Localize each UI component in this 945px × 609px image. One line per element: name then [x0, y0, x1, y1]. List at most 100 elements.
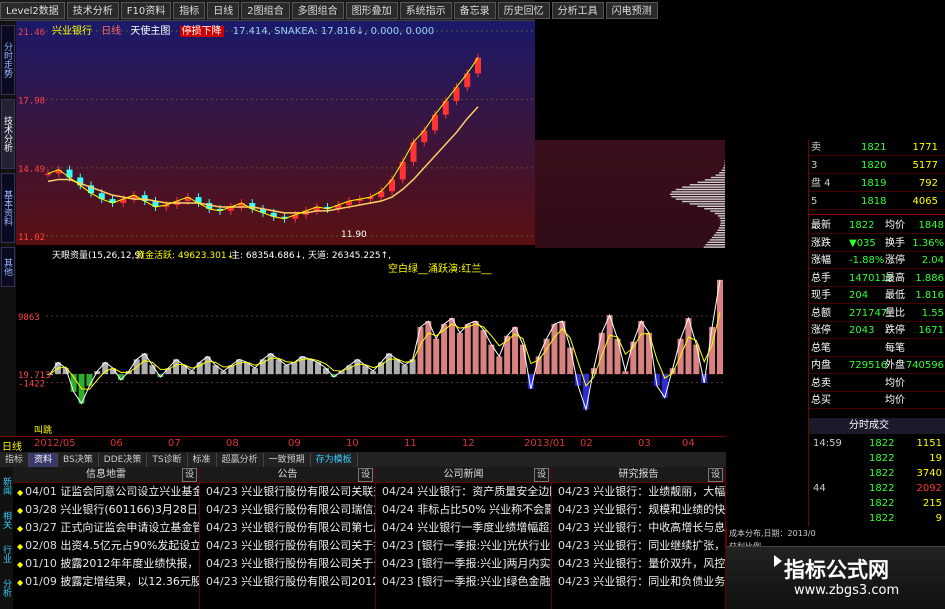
news-item[interactable]: 04/23 兴业银行股份有限公司瑞信方正 — [200, 501, 375, 519]
news-title[interactable]: 披露定增结果，以12.36元股定 — [60, 575, 199, 588]
news-item[interactable]: 04/23 兴业银行：中收高增长与息差 — [552, 519, 725, 537]
indicator-bar — [693, 344, 700, 375]
volume-profile-bar — [682, 200, 725, 203]
timeline-label: 03 — [638, 438, 651, 449]
tab-other[interactable]: 其他 — [1, 247, 15, 287]
news-item[interactable]: ◆ 03/27 正式向证监会申请设立基金管 — [13, 519, 199, 537]
news-date: 04/24 — [382, 521, 414, 534]
panel-settings-button[interactable]: 设 — [533, 468, 549, 482]
news-title[interactable]: 兴业银行一季度业绩增幅超三成 — [417, 521, 551, 534]
indicator-bar — [598, 332, 605, 375]
news-title[interactable]: 披露2012年年度业绩快报，每股 — [60, 557, 199, 570]
menu-item[interactable]: F10资料 — [120, 1, 172, 19]
menu-item[interactable]: 系统指示 — [399, 1, 452, 19]
news-item[interactable]: 04/23 兴业银行：同业和负债业务是亮 — [552, 573, 725, 591]
news-item[interactable]: 04/23 [银行一季报:兴业]绿色金融业务 — [376, 573, 551, 591]
menu-item[interactable]: 2图组合 — [241, 1, 290, 19]
bottom-tab[interactable]: 资料 — [29, 452, 59, 467]
menu-item[interactable]: 多图组合 — [291, 1, 344, 19]
quote-label: 涨幅 — [811, 255, 831, 266]
menu-item[interactable]: 历史回忆 — [497, 1, 550, 19]
news-item[interactable]: ◆03/28 兴业银行(601166)3月28日交易 — [13, 501, 199, 519]
menu-item[interactable]: 闪电预测 — [605, 1, 658, 19]
bottom-tab[interactable]: 标准 — [188, 452, 217, 467]
quote-label: 均价 — [885, 395, 905, 406]
news-title[interactable]: 兴业银行：规模和业绩的快速增 — [593, 503, 725, 516]
indicator-bar — [86, 374, 93, 386]
news-item[interactable]: ◆02/08 出资4.5亿元占90%发起设立基金 — [13, 537, 199, 555]
news-title[interactable]: 兴业银行股份有限公司2012年年 — [241, 575, 375, 588]
news-title[interactable]: 证监会同意公司设立兴业基金 — [60, 485, 199, 498]
bottom-tab[interactable]: 指标 — [0, 452, 30, 467]
news-title[interactable]: 兴业银行：业绩靓丽，大幅超预 — [593, 485, 725, 498]
news-title[interactable]: 兴业银行(601166)3月28日交易 — [60, 503, 199, 516]
news-title[interactable]: 兴业银行股份有限公司关于公司 — [241, 557, 375, 570]
news-item[interactable]: 04/23 兴业银行股份有限公司2012年年 — [200, 573, 375, 591]
news-item[interactable]: 04/23 兴业银行股份有限公司关于公司 — [200, 555, 375, 573]
news-item[interactable]: ◆01/10 披露2012年年度业绩快报，每股 — [13, 555, 199, 573]
news-item[interactable]: 04/23 [银行一季报:兴业]光伏行业风险 — [376, 537, 551, 555]
news-title[interactable]: [银行一季报:兴业]两月内实施分红 — [417, 557, 551, 570]
bottom-tab[interactable]: 一致预期 — [264, 452, 311, 467]
news-title[interactable]: [银行一季报:兴业]绿色金融业务 — [417, 575, 551, 588]
quote-row: 总卖 均价 — [809, 376, 945, 392]
bottom-tab[interactable]: BS决策 — [58, 452, 99, 467]
news-item[interactable]: 04/23 兴业银行：规模和业绩的快速增 — [552, 501, 725, 519]
indicator-bar — [630, 341, 637, 375]
volume-profile-bar — [719, 172, 725, 174]
bottom-tab[interactable]: TS诊断 — [147, 452, 188, 467]
indicator-bar — [472, 321, 479, 375]
news-item[interactable]: 04/24 兴业银行一季度业绩增幅超三成 — [376, 519, 551, 537]
tick-volume: 3740 — [916, 468, 942, 479]
tab-technical[interactable]: 技术分析 — [1, 99, 15, 169]
news-title[interactable]: 兴业银行股份有限公司关联交易 — [241, 485, 375, 498]
news-title[interactable]: 兴业银行股份有限公司关于控股 — [241, 539, 375, 552]
indicator-tick-label: 9863 — [18, 313, 40, 323]
news-item[interactable]: 04/23 [银行一季报:兴业]两月内实施分红 — [376, 555, 551, 573]
news-title[interactable]: 兴业银行：同业和负债业务是亮 — [593, 575, 725, 588]
news-item[interactable]: 04/23 兴业银行：业绩靓丽，大幅超预 — [552, 483, 725, 501]
news-tab-analysis[interactable]: 分析 — [0, 573, 13, 603]
news-title[interactable]: 兴业银行：同业继续扩张，资产 — [593, 539, 725, 552]
news-title[interactable]: 非标占比50% 兴业称不会影响 — [417, 503, 551, 516]
bottom-tab[interactable]: 超赢分析 — [217, 452, 264, 467]
panel-settings-button[interactable]: 设 — [181, 468, 197, 482]
menu-item[interactable]: 指标 — [173, 1, 206, 19]
menu-item[interactable]: 技术分析 — [66, 1, 119, 19]
news-title[interactable]: 兴业银行：资产质量安全边际高 — [417, 485, 551, 498]
news-item[interactable]: 04/24 兴业银行：资产质量安全边际高 — [376, 483, 551, 501]
price-chart[interactable]: 21.46 17.98 14.49 11.02 11.90 — [16, 21, 535, 245]
timeline-label[interactable]: 日线 — [2, 438, 22, 453]
panel-settings-button[interactable]: 设 — [357, 468, 373, 482]
tab-fundamentals[interactable]: 基本资料 — [1, 173, 15, 243]
panel-settings-button[interactable]: 设 — [707, 468, 723, 482]
news-title[interactable]: 正式向证监会申请设立基金管 — [60, 521, 199, 534]
news-title[interactable]: [银行一季报:兴业]光伏行业风险 — [417, 539, 551, 552]
news-item[interactable]: ◆ 04/01 证监会同意公司设立兴业基金 — [13, 483, 199, 501]
menu-item[interactable]: 备忘录 — [453, 1, 496, 19]
menu-item[interactable]: 图形叠加 — [345, 1, 398, 19]
news-tab-related[interactable]: 相关 — [0, 505, 13, 535]
indicator-chart[interactable]: 19.7139863-1422 天眼资量(15,26,12,9) 资金活跃: 4… — [16, 248, 726, 436]
news-item[interactable]: 04/23 兴业银行股份有限公司第七届董 — [200, 519, 375, 537]
news-item[interactable]: ◆ 01/09 披露定增结果，以12.36元股定 — [13, 573, 199, 591]
bottom-tab[interactable]: DDE决策 — [99, 452, 148, 467]
news-item[interactable]: 04/23 兴业银行股份有限公司关于控股 — [200, 537, 375, 555]
news-title[interactable]: 兴业银行股份有限公司第七届董 — [241, 521, 375, 534]
news-title[interactable]: 兴业银行股份有限公司瑞信方正 — [241, 503, 375, 516]
volume-profile-bar — [704, 208, 725, 210]
news-item[interactable]: 04/23 兴业银行：同业继续扩张，资产 — [552, 537, 725, 555]
menu-item[interactable]: 分析工具 — [551, 1, 604, 19]
menu-item[interactable]: Level2数据 — [0, 1, 65, 19]
news-item[interactable]: 04/24 非标占比50% 兴业称不会影响 — [376, 501, 551, 519]
tab-intraday[interactable]: 分时走势 — [1, 25, 15, 95]
news-title[interactable]: 出资4.5亿元占90%发起设立基金 — [60, 539, 199, 552]
news-tab-industry[interactable]: 行业 — [0, 539, 13, 569]
menu-item[interactable]: 日线 — [207, 1, 240, 19]
bottom-tab[interactable]: 存为模板 — [311, 452, 358, 467]
news-title[interactable]: 兴业银行：量价双升，风控有力 — [593, 557, 725, 570]
news-item[interactable]: 04/23 兴业银行股份有限公司关联交易 — [200, 483, 375, 501]
news-item[interactable]: 04/23 兴业银行：量价双升，风控有力 — [552, 555, 725, 573]
news-title[interactable]: 兴业银行：中收高增长与息差 — [593, 521, 725, 534]
news-tab-news[interactable]: 新闻 — [0, 471, 13, 501]
